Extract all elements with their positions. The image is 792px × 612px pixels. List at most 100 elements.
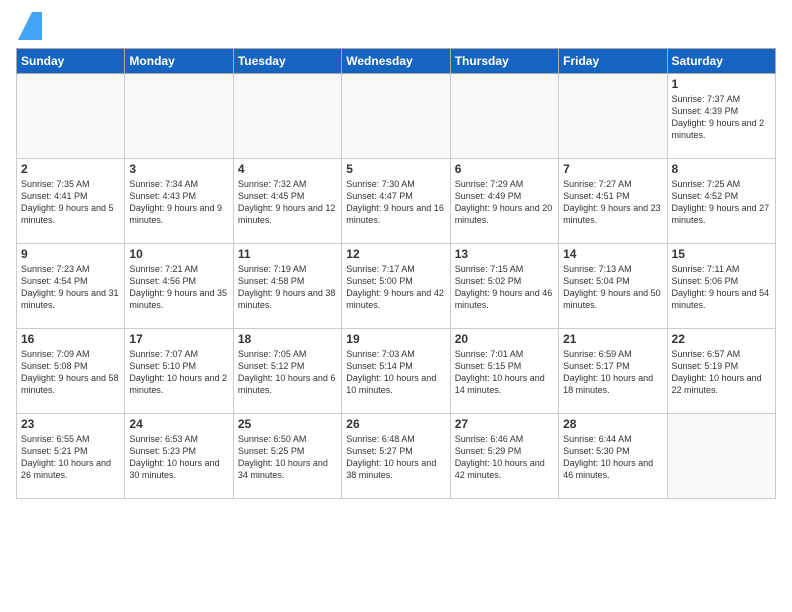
calendar-cell: 15 Sunrise: 7:11 AM Sunset: 5:06 PM Dayli…: [667, 244, 775, 329]
day-number: 15: [672, 247, 771, 261]
day-number: 23: [21, 417, 120, 431]
day-info: Sunrise: 6:48 AM Sunset: 5:27 PM Dayligh…: [346, 433, 445, 482]
calendar-cell: 20 Sunrise: 7:01 AM Sunset: 5:15 PM Dayli…: [450, 329, 558, 414]
column-header-saturday: Saturday: [667, 49, 775, 74]
day-number: 12: [346, 247, 445, 261]
day-info: Sunrise: 7:01 AM Sunset: 5:15 PM Dayligh…: [455, 348, 554, 397]
day-info: Sunrise: 7:35 AM Sunset: 4:41 PM Dayligh…: [21, 178, 120, 227]
day-info: Sunrise: 7:27 AM Sunset: 4:51 PM Dayligh…: [563, 178, 662, 227]
calendar-cell: 17 Sunrise: 7:07 AM Sunset: 5:10 PM Dayli…: [125, 329, 233, 414]
week-row-1: 2 Sunrise: 7:35 AM Sunset: 4:41 PM Daylig…: [17, 159, 776, 244]
day-number: 5: [346, 162, 445, 176]
day-info: Sunrise: 6:57 AM Sunset: 5:19 PM Dayligh…: [672, 348, 771, 397]
calendar-cell: 2 Sunrise: 7:35 AM Sunset: 4:41 PM Daylig…: [17, 159, 125, 244]
day-number: 27: [455, 417, 554, 431]
calendar-cell: 18Sunrise: 7:05 AM Sunset: 5:12 PM Dayli…: [233, 329, 341, 414]
calendar-cell: 5 Sunrise: 7:30 AM Sunset: 4:47 PM Daylig…: [342, 159, 450, 244]
calendar-cell: 27 Sunrise: 6:46 AM Sunset: 5:29 PM Dayli…: [450, 414, 558, 499]
day-number: 17: [129, 332, 228, 346]
column-header-sunday: Sunday: [17, 49, 125, 74]
calendar-cell: 22 Sunrise: 6:57 AM Sunset: 5:19 PM Dayli…: [667, 329, 775, 414]
calendar-cell: 21Sunrise: 6:59 AM Sunset: 5:17 PM Dayli…: [559, 329, 667, 414]
day-number: 20: [455, 332, 554, 346]
calendar-cell: 9 Sunrise: 7:23 AM Sunset: 4:54 PM Daylig…: [17, 244, 125, 329]
column-header-tuesday: Tuesday: [233, 49, 341, 74]
day-number: 13: [455, 247, 554, 261]
day-info: Sunrise: 7:29 AM Sunset: 4:49 PM Dayligh…: [455, 178, 554, 227]
day-number: 1: [672, 77, 771, 91]
column-header-thursday: Thursday: [450, 49, 558, 74]
calendar-cell: 23 Sunrise: 6:55 AM Sunset: 5:21 PM Dayli…: [17, 414, 125, 499]
day-number: 14: [563, 247, 662, 261]
day-info: Sunrise: 6:50 AM Sunset: 5:25 PM Dayligh…: [238, 433, 337, 482]
logo: [16, 12, 48, 40]
column-header-friday: Friday: [559, 49, 667, 74]
day-info: Sunrise: 7:15 AM Sunset: 5:02 PM Dayligh…: [455, 263, 554, 312]
day-number: 3: [129, 162, 228, 176]
calendar-cell: [450, 74, 558, 159]
day-info: Sunrise: 7:30 AM Sunset: 4:47 PM Dayligh…: [346, 178, 445, 227]
calendar-cell: [559, 74, 667, 159]
day-info: Sunrise: 7:32 AM Sunset: 4:45 PM Dayligh…: [238, 178, 337, 227]
day-info: Sunrise: 6:46 AM Sunset: 5:29 PM Dayligh…: [455, 433, 554, 482]
day-number: 2: [21, 162, 120, 176]
calendar-cell: 7 Sunrise: 7:27 AM Sunset: 4:51 PM Daylig…: [559, 159, 667, 244]
day-number: 24: [129, 417, 228, 431]
day-number: 28: [563, 417, 662, 431]
calendar-cell: 14 Sunrise: 7:13 AM Sunset: 5:04 PM Dayli…: [559, 244, 667, 329]
calendar-cell: [125, 74, 233, 159]
day-info: Sunrise: 7:03 AM Sunset: 5:14 PM Dayligh…: [346, 348, 445, 397]
calendar-cell: 10Sunrise: 7:21 AM Sunset: 4:56 PM Dayli…: [125, 244, 233, 329]
calendar-cell: 4 Sunrise: 7:32 AM Sunset: 4:45 PM Daylig…: [233, 159, 341, 244]
day-number: 8: [672, 162, 771, 176]
calendar-cell: 13 Sunrise: 7:15 AM Sunset: 5:02 PM Dayli…: [450, 244, 558, 329]
day-info: Sunrise: 7:11 AM Sunset: 5:06 PM Dayligh…: [672, 263, 771, 312]
calendar-cell: 16 Sunrise: 7:09 AM Sunset: 5:08 PM Dayli…: [17, 329, 125, 414]
logo-icon: [18, 12, 42, 40]
calendar-cell: 24 Sunrise: 6:53 AM Sunset: 5:23 PM Dayli…: [125, 414, 233, 499]
day-info: Sunrise: 6:44 AM Sunset: 5:30 PM Dayligh…: [563, 433, 662, 482]
header: [16, 12, 776, 40]
calendar-cell: 25 Sunrise: 6:50 AM Sunset: 5:25 PM Dayli…: [233, 414, 341, 499]
calendar-cell: 6 Sunrise: 7:29 AM Sunset: 4:49 PM Daylig…: [450, 159, 558, 244]
calendar-cell: 12Sunrise: 7:17 AM Sunset: 5:00 PM Dayli…: [342, 244, 450, 329]
calendar-cell: 28 Sunrise: 6:44 AM Sunset: 5:30 PM Dayli…: [559, 414, 667, 499]
day-info: Sunrise: 7:07 AM Sunset: 5:10 PM Dayligh…: [129, 348, 228, 397]
day-number: 18: [238, 332, 337, 346]
day-number: 22: [672, 332, 771, 346]
day-info: Sunrise: 7:23 AM Sunset: 4:54 PM Dayligh…: [21, 263, 120, 312]
day-number: 6: [455, 162, 554, 176]
calendar-cell: 11Sunrise: 7:19 AM Sunset: 4:58 PM Dayli…: [233, 244, 341, 329]
day-info: Sunrise: 6:55 AM Sunset: 5:21 PM Dayligh…: [21, 433, 120, 482]
calendar-cell: [233, 74, 341, 159]
week-row-3: 16 Sunrise: 7:09 AM Sunset: 5:08 PM Dayli…: [17, 329, 776, 414]
calendar-cell: 26 Sunrise: 6:48 AM Sunset: 5:27 PM Dayli…: [342, 414, 450, 499]
calendar-cell: 3 Sunrise: 7:34 AM Sunset: 4:43 PM Daylig…: [125, 159, 233, 244]
day-number: 16: [21, 332, 120, 346]
day-number: 26: [346, 417, 445, 431]
day-info: Sunrise: 7:13 AM Sunset: 5:04 PM Dayligh…: [563, 263, 662, 312]
calendar-cell: [342, 74, 450, 159]
day-number: 11: [238, 247, 337, 261]
calendar-cell: 1Sunrise: 7:37 AM Sunset: 4:39 PM Daylig…: [667, 74, 775, 159]
header-row: SundayMondayTuesdayWednesdayThursdayFrid…: [17, 49, 776, 74]
day-info: Sunrise: 7:25 AM Sunset: 4:52 PM Dayligh…: [672, 178, 771, 227]
day-info: Sunrise: 7:34 AM Sunset: 4:43 PM Dayligh…: [129, 178, 228, 227]
day-info: Sunrise: 7:21 AM Sunset: 4:56 PM Dayligh…: [129, 263, 228, 312]
week-row-4: 23 Sunrise: 6:55 AM Sunset: 5:21 PM Dayli…: [17, 414, 776, 499]
calendar-cell: 8 Sunrise: 7:25 AM Sunset: 4:52 PM Daylig…: [667, 159, 775, 244]
calendar-table: SundayMondayTuesdayWednesdayThursdayFrid…: [16, 48, 776, 499]
column-header-wednesday: Wednesday: [342, 49, 450, 74]
day-number: 9: [21, 247, 120, 261]
day-info: Sunrise: 6:53 AM Sunset: 5:23 PM Dayligh…: [129, 433, 228, 482]
calendar-cell: [667, 414, 775, 499]
page: SundayMondayTuesdayWednesdayThursdayFrid…: [0, 0, 792, 612]
week-row-2: 9 Sunrise: 7:23 AM Sunset: 4:54 PM Daylig…: [17, 244, 776, 329]
calendar-cell: [17, 74, 125, 159]
calendar-cell: 19Sunrise: 7:03 AM Sunset: 5:14 PM Dayli…: [342, 329, 450, 414]
day-number: 4: [238, 162, 337, 176]
day-number: 7: [563, 162, 662, 176]
day-number: 25: [238, 417, 337, 431]
day-number: 21: [563, 332, 662, 346]
day-info: Sunrise: 7:09 AM Sunset: 5:08 PM Dayligh…: [21, 348, 120, 397]
